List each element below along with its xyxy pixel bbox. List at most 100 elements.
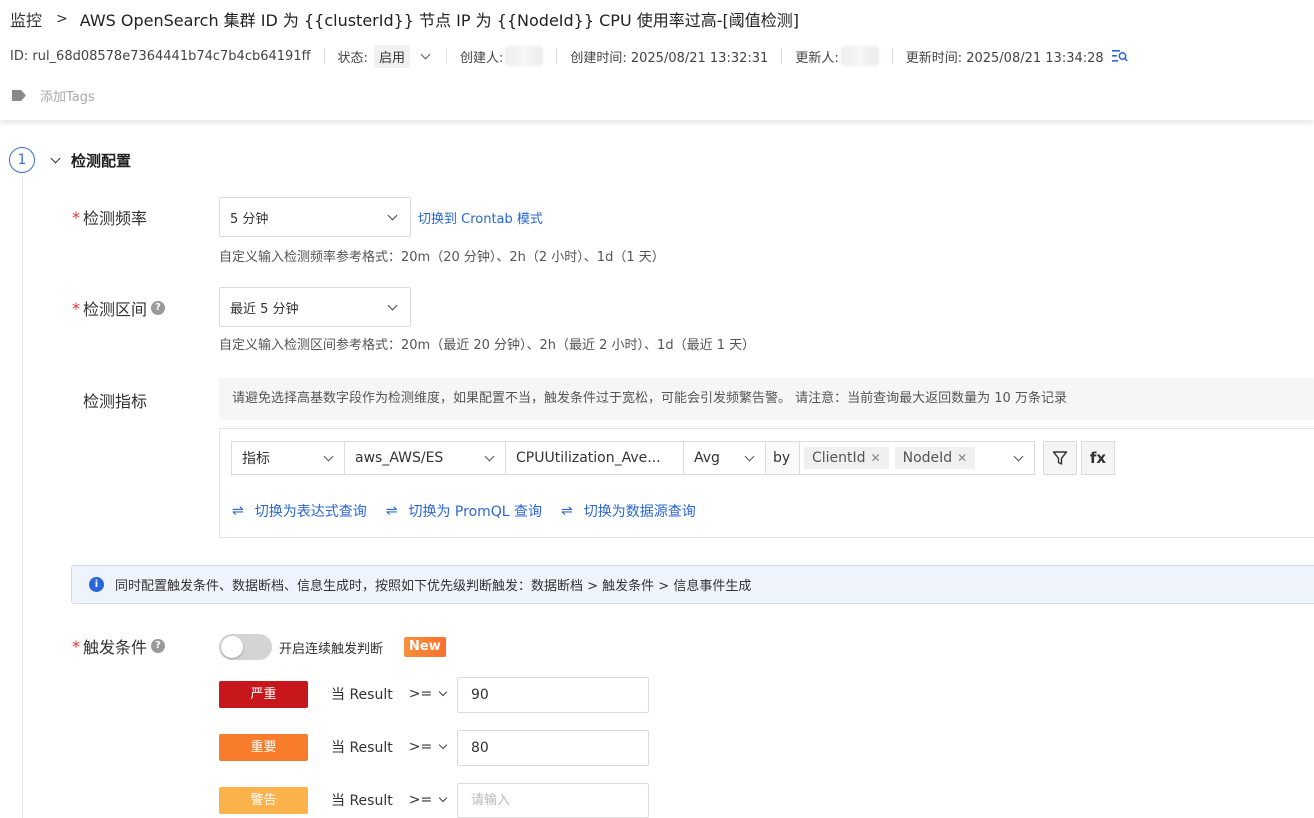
operator-value: >= [408,739,433,755]
close-icon[interactable]: ✕ [957,451,967,465]
metric-name-value: CPUUtilization_Ave... [516,450,661,466]
operator-select[interactable]: >= [409,792,448,808]
required-mark: * [72,207,80,227]
function-button[interactable]: fx [1081,441,1115,475]
operator-select[interactable]: >= [408,739,448,755]
history-search-icon[interactable] [1111,49,1128,63]
chip-label: ClientId [812,450,866,466]
query-builder: 指标 aws_AWS/ES CPUUtilization_Ave... Avg … [219,428,1314,538]
condition-critical: 当 Result >= [331,684,448,704]
chevron-down-icon [323,451,334,461]
section-title: 检测配置 [71,152,132,170]
switch-expression-label: 切换为表达式查询 [254,504,367,520]
namespace-value: aws_AWS/ES [355,450,444,466]
required-mark: * [72,298,80,318]
created-time: 创建时间: 2025/08/21 13:32:31 [570,50,769,66]
switch-datasource-link[interactable]: ⇌ 切换为数据源查询 [561,501,696,521]
help-icon[interactable]: ? [151,301,166,315]
query-row: 指标 aws_AWS/ES CPUUtilization_Ave... Avg … [231,441,1115,475]
step-number: 1 [9,147,35,173]
required-mark: * [72,636,80,656]
page-header: 监控 > AWS OpenSearch 集群 ID 为 {{clusterId}… [0,0,1314,120]
query-switch-links: ⇌ 切换为表达式查询 ⇌ 切换为 PromQL 查询 ⇌ 切换为数据源查询 [232,501,715,521]
rule-id: ID: rul_68d08578e7364441b74c7b4cb64191ff [10,48,311,64]
namespace-select[interactable]: aws_AWS/ES [344,441,506,475]
updater-label: 更新人: [795,50,839,66]
group-by-chip: NodeId ✕ [894,447,976,469]
frequency-label-text: 检测频率 [83,209,148,228]
threshold-critical-input[interactable]: 90 [457,677,649,713]
chevron-down-icon [438,687,448,697]
frequency-label: * 检测频率 [72,205,147,229]
section-header[interactable]: 检测配置 [50,150,131,171]
switch-promql-label: 切换为 PromQL 查询 [408,504,543,520]
metric-name-select[interactable]: CPUUtilization_Ave... [505,441,684,475]
operator-select[interactable]: >= [408,686,448,702]
divider [323,48,325,64]
condition-important: 当 Result >= [331,737,448,757]
condition-text: 当 Result [331,793,393,809]
query-type-select[interactable]: 指标 [231,441,345,475]
help-icon[interactable]: ? [151,639,166,653]
updater-avatar [840,46,879,66]
aggregation-value: Avg [694,450,720,466]
divider [781,48,783,64]
group-by-chip: ClientId ✕ [804,447,889,469]
crontab-switch-link[interactable]: 切换到 Crontab 模式 [418,208,543,227]
swap-icon: ⇌ [232,503,244,519]
switch-promql-link[interactable]: ⇌ 切换为 PromQL 查询 [386,501,542,521]
divider [891,48,893,64]
new-badge: New [404,637,446,657]
meta-row: ID: rul_68d08578e7364441b74c7b4cb64191ff… [10,44,1128,68]
divider [556,48,558,64]
breadcrumb-separator-icon: > [56,11,68,27]
by-label: by [765,441,800,475]
chevron-down-icon [484,451,495,461]
info-icon: i [89,577,104,592]
creator-label: 创建人: [459,50,504,66]
priority-info-bar: i 同时配置触发条件、数据断档、信息生成时，按照如下优先级判断触发：数据断档 >… [71,565,1314,604]
swap-icon: ⇌ [561,503,573,519]
condition-text: 当 Result [331,740,393,756]
chevron-down-icon [744,451,755,461]
trigger-label: * 触发条件 ? [72,634,166,658]
metric-notice: 请避免选择高基数字段作为检测维度，如果配置不当，触发条件过于宽松，可能会引发频繁… [219,378,1314,420]
breadcrumb-root[interactable]: 监控 [10,7,42,31]
interval-hint: 自定义输入检测区间参考格式：20m（最近 20 分钟）、2h（最近 2 小时）、… [219,338,756,353]
chevron-down-icon [387,300,398,310]
divider [445,48,447,64]
operator-value: >= [408,686,433,702]
aggregation-select[interactable]: Avg [683,441,766,475]
chevron-down-icon [1013,451,1024,461]
chevron-down-icon [438,793,448,803]
creator-avatar [505,46,544,66]
continuous-trigger-toggle[interactable] [219,634,272,660]
filter-button[interactable] [1043,441,1077,475]
interval-label-text: 检测区间 [83,300,148,319]
group-by-select[interactable]: ClientId ✕ NodeId ✕ [799,441,1035,475]
fx-icon: fx [1089,449,1107,467]
condition-warning: 当 Result >= [331,790,448,810]
add-tags-link[interactable]: 添加Tags [40,86,95,105]
frequency-hint: 自定义输入检测频率参考格式：20m（20 分钟）、2h（2 小时）、1d（1 天… [219,250,665,265]
frequency-select[interactable]: 5 分钟 [219,197,411,237]
interval-select[interactable]: 最近 5 分钟 [219,287,411,327]
level-warning-badge: 警告 [219,787,308,814]
breadcrumb: 监控 > AWS OpenSearch 集群 ID 为 {{clusterId}… [10,7,799,31]
tags-row[interactable]: 添加Tags [12,86,95,105]
chevron-down-icon[interactable] [420,49,431,60]
threshold-important-input[interactable]: 80 [457,730,649,766]
chevron-down-icon [387,210,398,220]
priority-info-text: 同时配置触发条件、数据断档、信息生成时，按照如下优先级判断触发：数据断档 > 触… [115,579,752,594]
close-icon[interactable]: ✕ [871,451,881,465]
chip-label: NodeId [902,450,953,466]
trigger-label-text: 触发条件 [83,638,148,657]
chevron-down-icon[interactable] [50,153,61,164]
switch-expression-link[interactable]: ⇌ 切换为表达式查询 [232,501,367,521]
threshold-warning-input[interactable]: 请输入 [457,783,649,818]
step-connector-line [22,176,23,818]
page-title: AWS OpenSearch 集群 ID 为 {{clusterId}} 节点 … [79,11,800,30]
frequency-value: 5 分钟 [230,211,269,227]
metric-label: 检测指标 [83,392,148,411]
status-value[interactable]: 启用 [373,44,410,68]
